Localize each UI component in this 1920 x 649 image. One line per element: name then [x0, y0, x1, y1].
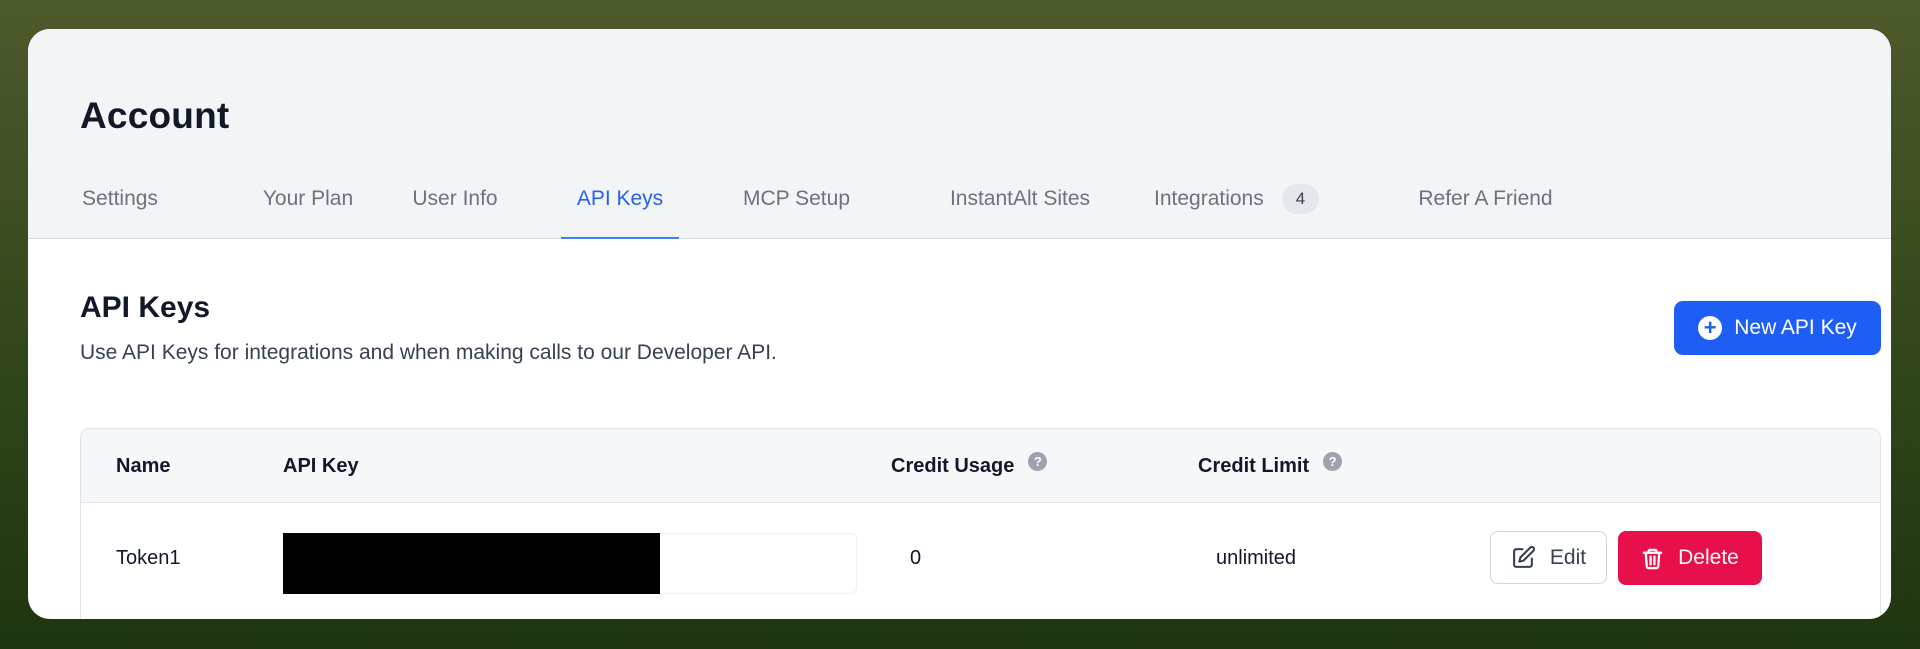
table-header: Name API Key Credit Usage ? Credit Limit… [81, 429, 1880, 503]
edit-label: Edit [1549, 545, 1587, 569]
edit-button[interactable]: Edit [1490, 531, 1607, 584]
header-api-key: API Key [283, 455, 359, 478]
table-row: Token1 0 unlimited Edit Delete [81, 503, 1880, 613]
row-name: Token1 [116, 547, 181, 569]
integrations-count-badge: 4 [1281, 184, 1320, 214]
credit-limit-help-icon[interactable]: ? [1323, 452, 1343, 471]
section-title: API Keys [80, 291, 211, 324]
delete-label: Delete [1678, 546, 1739, 569]
page-title: Account [80, 95, 230, 136]
api-key-redaction [283, 533, 660, 594]
header-api-key-label: API Key [283, 455, 359, 477]
tab-refer-a-friend[interactable]: Refer A Friend [1412, 179, 1559, 237]
tab-integrations[interactable]: Integrations 4 [1154, 179, 1349, 237]
row-credit-usage: 0 [910, 547, 922, 569]
section-description: Use API Keys for integrations and when m… [80, 341, 777, 364]
header-credit-usage-label: Credit Usage [891, 455, 1015, 477]
tab-settings[interactable]: Settings [80, 179, 160, 237]
edit-icon [1512, 545, 1535, 568]
api-keys-table: Name API Key Credit Usage ? Credit Limit… [80, 428, 1881, 619]
credit-usage-help-icon[interactable]: ? [1028, 452, 1048, 471]
header-credit-limit: Credit Limit ? [1198, 452, 1343, 478]
header-credit-usage: Credit Usage ? [891, 452, 1048, 478]
trash-icon [1642, 548, 1663, 569]
tab-mcp-setup[interactable]: MCP Setup [740, 179, 853, 237]
new-api-key-label: New API Key [1734, 316, 1857, 339]
new-api-key-button[interactable]: + New API Key [1674, 301, 1881, 355]
row-credit-limit: unlimited [1216, 547, 1297, 569]
tab-user-info[interactable]: User Info [409, 179, 501, 237]
account-header: Account Settings Your Plan User Info API… [28, 29, 1891, 239]
header-name: Name [116, 455, 170, 478]
tab-api-keys[interactable]: API Keys [561, 179, 679, 239]
delete-button[interactable]: Delete [1618, 531, 1762, 585]
header-name-label: Name [116, 455, 171, 477]
account-window: Account Settings Your Plan User Info API… [28, 29, 1891, 619]
plus-circle-icon: + [1698, 316, 1723, 340]
tab-bar: Settings Your Plan User Info API Keys MC… [28, 179, 1891, 239]
tab-integrations-label: Integrations [1154, 187, 1264, 210]
tab-instantalt-sites[interactable]: InstantAlt Sites [927, 179, 1113, 237]
tab-your-plan[interactable]: Your Plan [260, 179, 356, 237]
header-credit-limit-label: Credit Limit [1198, 455, 1310, 477]
